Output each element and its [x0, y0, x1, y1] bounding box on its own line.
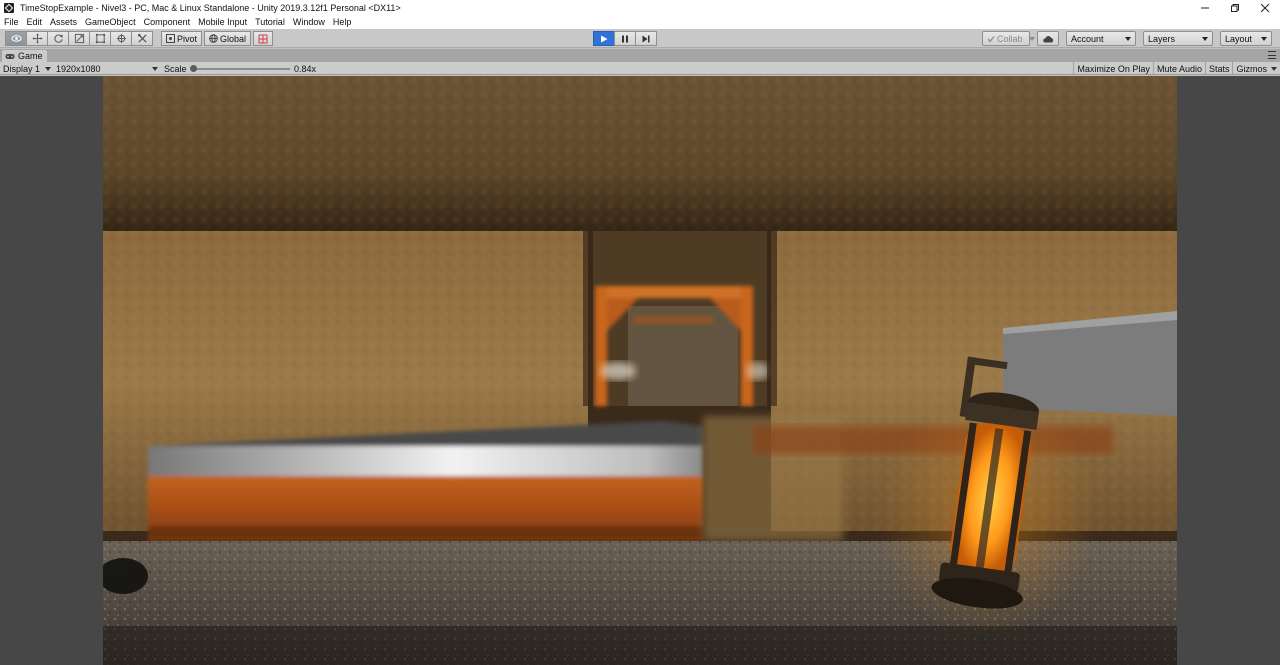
menu-gameobject[interactable]: GameObject: [81, 17, 140, 27]
rotate-icon: [53, 34, 63, 43]
grid-snap-icon: [258, 34, 268, 43]
hand-tool-button[interactable]: [5, 31, 27, 46]
step-button[interactable]: [635, 31, 657, 46]
menu-assets[interactable]: Assets: [46, 17, 81, 27]
menu-tutorial[interactable]: Tutorial: [251, 17, 289, 27]
collab-dropdown[interactable]: Collab: [982, 31, 1035, 46]
scale-slider-track[interactable]: [194, 68, 290, 70]
global-label: Global: [220, 33, 247, 44]
account-dropdown[interactable]: Account: [1066, 31, 1136, 46]
game-view-toolbar: Display 1 1920x1080 Scale 0.84x Maximize…: [0, 62, 1280, 75]
global-toggle[interactable]: Global: [204, 31, 252, 46]
minimize-icon: [1201, 7, 1209, 8]
transform-tools: [5, 31, 153, 46]
pivot-toggle[interactable]: Pivot: [161, 31, 203, 46]
pivot-controls: Pivot Global: [161, 31, 275, 46]
tab-strip: Game: [0, 49, 1280, 62]
chevron-down-icon: [1202, 36, 1208, 41]
pause-icon: [622, 35, 628, 42]
restore-icon: [1231, 3, 1239, 12]
gizmos-label: Gizmos: [1236, 63, 1267, 74]
title-bar: TimeStopExample - Nivel3 - PC, Mac & Lin…: [0, 0, 1280, 15]
gamepad-icon: [5, 53, 15, 59]
scale-tool-button[interactable]: [68, 31, 90, 46]
chevron-down-icon: [1125, 36, 1131, 41]
transform-icon: [116, 33, 126, 44]
account-label: Account: [1071, 33, 1104, 44]
game-tab-label: Game: [18, 51, 43, 61]
transform-tool-button[interactable]: [110, 31, 132, 46]
mute-audio-toggle[interactable]: Mute Audio: [1152, 62, 1205, 75]
maximize-on-play-toggle[interactable]: Maximize On Play: [1073, 62, 1153, 75]
step-icon: [642, 35, 650, 42]
menu-edit[interactable]: Edit: [23, 17, 47, 27]
playback-controls: [593, 31, 657, 46]
window-controls: [1190, 0, 1280, 15]
layout-label: Layout: [1225, 33, 1253, 44]
collab-label: Collab: [997, 33, 1023, 44]
snap-toggle[interactable]: [253, 31, 274, 46]
globe-icon: [209, 34, 218, 43]
stats-toggle[interactable]: Stats: [1204, 62, 1233, 75]
menu-component[interactable]: Component: [140, 17, 195, 27]
game-view-options: Maximize On Play Mute Audio Stats Gizmos: [1073, 62, 1280, 75]
toolbar-right: Collab Account Layers Layout: [982, 31, 1272, 46]
play-icon: [601, 35, 608, 42]
custom-tool-button[interactable]: [131, 31, 153, 46]
chevron-down-icon: [45, 67, 51, 71]
checkmark-icon: [987, 35, 995, 43]
tools-icon: [137, 33, 147, 43]
chevron-down-icon: [1261, 36, 1267, 41]
layers-label: Layers: [1148, 33, 1176, 44]
rect-icon: [95, 33, 105, 44]
eye-icon: [10, 35, 22, 42]
gizmos-toggle[interactable]: Gizmos: [1232, 62, 1280, 75]
menu-help[interactable]: Help: [329, 17, 356, 27]
menu-mobile-input[interactable]: Mobile Input: [194, 17, 251, 27]
rotate-tool-button[interactable]: [47, 31, 69, 46]
layers-dropdown[interactable]: Layers: [1143, 31, 1213, 46]
game-scene-render: [103, 76, 1177, 665]
unity-logo-icon: [4, 2, 14, 13]
resolution-label: 1920x1080: [56, 63, 101, 74]
main-toolbar: Pivot Global Collab Account Layers Layou…: [0, 29, 1280, 48]
display-label: Display 1: [3, 63, 41, 74]
scale-slider-thumb[interactable]: [190, 65, 197, 72]
menu-file[interactable]: File: [0, 17, 23, 27]
cloud-button[interactable]: [1037, 31, 1059, 46]
move-icon: [31, 33, 43, 44]
close-icon: [1260, 3, 1270, 12]
pause-button[interactable]: [614, 31, 636, 46]
resolution-dropdown[interactable]: 1920x1080: [56, 63, 158, 74]
chevron-down-icon: [1028, 36, 1035, 41]
menu-window[interactable]: Window: [289, 17, 329, 27]
rect-tool-button[interactable]: [89, 31, 111, 46]
chevron-down-icon: [152, 67, 158, 71]
window-title: TimeStopExample - Nivel3 - PC, Mac & Lin…: [20, 2, 401, 13]
scale-icon: [74, 33, 84, 44]
restore-button[interactable]: [1220, 0, 1250, 15]
close-button[interactable]: [1250, 0, 1280, 15]
move-tool-button[interactable]: [26, 31, 48, 46]
pivot-icon: [166, 34, 175, 43]
chevron-down-icon: [1271, 66, 1277, 71]
pivot-label: Pivot: [177, 33, 198, 44]
play-button[interactable]: [593, 31, 615, 46]
game-viewport[interactable]: [103, 76, 1177, 665]
layout-dropdown[interactable]: Layout: [1220, 31, 1272, 46]
scale-value: 0.84x: [294, 63, 317, 74]
tab-options-icon[interactable]: [1268, 51, 1276, 59]
tab-game[interactable]: Game: [2, 50, 47, 62]
menu-bar: File Edit Assets GameObject Component Mo…: [0, 15, 1280, 29]
cloud-icon: [1043, 35, 1054, 42]
scale-label: Scale: [164, 63, 187, 74]
display-dropdown[interactable]: Display 1: [3, 63, 51, 74]
minimize-button[interactable]: [1190, 0, 1220, 15]
